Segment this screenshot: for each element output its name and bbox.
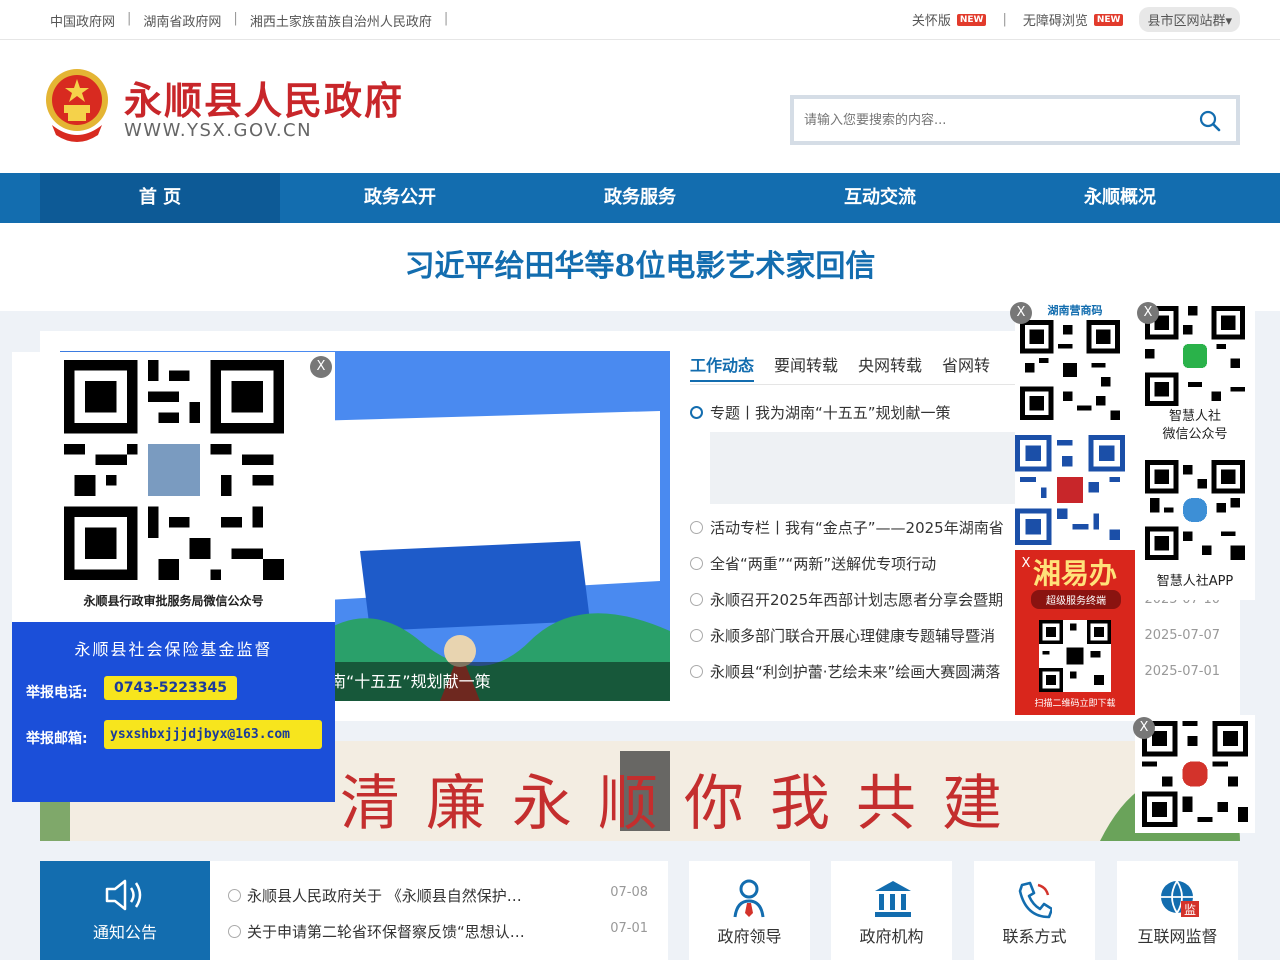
search-box <box>790 95 1240 145</box>
top-bar: 中国政府网 | 湖南省政府网 | 湘西土家族苗族自治州人民政府 | 关怀版 NEW | … <box>0 0 1280 40</box>
search-icon[interactable] <box>1198 109 1222 133</box>
float-xiangyiban: 湘易办 超级服务终端 扫描二维码立即下载 X <box>1015 550 1135 715</box>
nav-interaction[interactable]: 互动交流 <box>760 173 1000 223</box>
link-xiangxi-gov[interactable]: 湘西土家族苗族自治州人民政府 <box>250 11 432 30</box>
site-name: 永顺县人民政府 <box>124 78 405 123</box>
close-icon[interactable]: X <box>1010 302 1032 324</box>
quick-gov-leaders[interactable]: 政府领导 <box>689 861 810 960</box>
quick-contact[interactable]: 联系方式 <box>974 861 1095 960</box>
tab-work-news[interactable]: 工作动态 <box>690 352 755 382</box>
app-qr-caption: 智慧人社APP <box>1156 574 1234 589</box>
tab-reprint-news[interactable]: 要闻转载 <box>774 352 838 382</box>
nav-home[interactable]: 首 页 <box>40 173 280 223</box>
nav-gov-affairs-open[interactable]: 政务公开 <box>280 173 520 223</box>
bullet-icon <box>228 925 241 938</box>
notice-label: 通知公告 <box>92 923 157 942</box>
close-icon[interactable]: X <box>310 356 332 378</box>
bullet-icon <box>690 521 703 534</box>
headline-bar: 习近平给田华等8位电影艺术家回信 <box>0 223 1280 311</box>
news-tabs: 工作动态 要闻转载 央网转载 省网转 <box>690 352 1010 382</box>
headline-link[interactable]: 习近平给田华等8位电影艺术家回信 <box>0 241 1280 285</box>
float-qr-wechat-panel: 永顺县行政审批服务局微信公众号 X <box>12 352 335 622</box>
national-emblem-icon <box>46 69 108 142</box>
new-badge: NEW <box>956 13 987 26</box>
bullet-icon <box>690 629 703 642</box>
lead-summary-box <box>710 432 1030 504</box>
new-badge: NEW <box>1093 13 1124 26</box>
float-smart-hr-panel: 智慧人社 微信公众号 智慧人社APP X <box>1135 300 1255 600</box>
qr-caption: 永顺县行政审批服务局微信公众号 <box>83 594 264 608</box>
top-links: 中国政府网 | 湖南省政府网 | 湘西土家族苗族自治州人民政府 | <box>50 11 449 30</box>
bullet-icon <box>690 406 703 419</box>
nav-gov-services[interactable]: 政务服务 <box>520 173 760 223</box>
link-gov-cn[interactable]: 中国政府网 <box>50 11 115 30</box>
news-item[interactable]: 永顺县“利剑护蕾·艺绘未来”绘画大赛圆满落 2025-07-01 <box>690 654 1230 690</box>
fund-title: 永顺县社会保险基金监督 <box>74 640 273 659</box>
speaker-icon <box>105 879 142 911</box>
care-mode-link[interactable]: 关怀版 NEW <box>912 10 987 29</box>
news-lead-item[interactable]: 专题丨我为湖南“十五五”规划献一策 <box>690 402 951 423</box>
bullet-icon <box>690 665 703 678</box>
qr-code-image[interactable] <box>1039 620 1111 692</box>
float-qr-bottom: X <box>1133 715 1255 833</box>
float-hunan-biz-code: 湖南营商码 X <box>1010 300 1135 550</box>
notice-item[interactable]: 永顺县人民政府关于 《永顺县自然保护… 07-08 <box>228 885 648 906</box>
fund-supervision-panel: 永顺县社会保险基金监督 举报电话: 0743-5223345 举报邮箱: ysx… <box>12 622 335 802</box>
qr-code-image[interactable] <box>1145 306 1245 406</box>
svg-text:监: 监 <box>1184 903 1196 917</box>
report-phone: 0743-5223345 <box>104 676 237 700</box>
close-icon[interactable]: X <box>1015 553 1037 575</box>
qr-code-image[interactable] <box>1020 320 1120 420</box>
person-icon <box>733 879 765 918</box>
link-hunan-gov[interactable]: 湖南省政府网 <box>143 11 221 30</box>
qr-code-image[interactable] <box>1142 721 1248 827</box>
qr-code-image[interactable] <box>1145 460 1245 560</box>
globe-icon: 监 <box>1161 880 1199 917</box>
bullet-icon <box>690 557 703 570</box>
phone-icon <box>1018 881 1052 919</box>
notice-list: 永顺县人民政府关于 《永顺县自然保护… 07-08 关于申请第二轮省环保督察反馈“… <box>210 861 668 960</box>
close-icon[interactable]: X <box>1133 717 1155 739</box>
tab-province-net[interactable]: 省网转 <box>942 352 990 382</box>
bullet-icon <box>228 889 241 902</box>
search-input[interactable] <box>804 107 1184 133</box>
main-nav: 首 页 政务公开 政务服务 互动交流 永顺概况 <box>0 173 1280 223</box>
report-email: ysxshbxjjjdjbyx@163.com <box>104 720 322 749</box>
qr-code-image[interactable] <box>64 360 284 580</box>
nav-about-yongshun[interactable]: 永顺概况 <box>1000 173 1240 223</box>
qr-code-image[interactable] <box>1015 435 1125 545</box>
bullet-icon <box>690 593 703 606</box>
county-group-dropdown[interactable]: 县市区网站群▾ <box>1139 7 1240 32</box>
building-icon <box>875 881 911 917</box>
banner-text: 清廉永顺你我共建 <box>340 769 1028 839</box>
quick-gov-institutions[interactable]: 政府机构 <box>831 861 952 960</box>
site-header: 永顺县人民政府 WWW.YSX.GOV.CN <box>0 40 1280 173</box>
accessible-link[interactable]: 无障碍浏览 NEW <box>1023 10 1124 29</box>
quick-internet-supervision[interactable]: 监 互联网监督 <box>1117 861 1238 960</box>
notice-item[interactable]: 关于申请第二轮省环保督察反馈“思想认… 07-01 <box>228 921 648 942</box>
close-icon[interactable]: X <box>1137 302 1159 324</box>
top-right-tools: 关怀版 NEW | 无障碍浏览 NEW 县市区网站群▾ <box>912 7 1240 32</box>
tab-central-net[interactable]: 央网转载 <box>858 352 922 382</box>
wechat-qr-caption: 智慧人社 微信公众号 <box>1162 409 1228 442</box>
site-url: WWW.YSX.GOV.CN <box>124 120 313 141</box>
notice-tab[interactable]: 通知公告 <box>40 861 210 960</box>
news-item[interactable]: 永顺多部门联合开展心理健康专题辅导暨消 2025-07-07 <box>690 618 1230 654</box>
